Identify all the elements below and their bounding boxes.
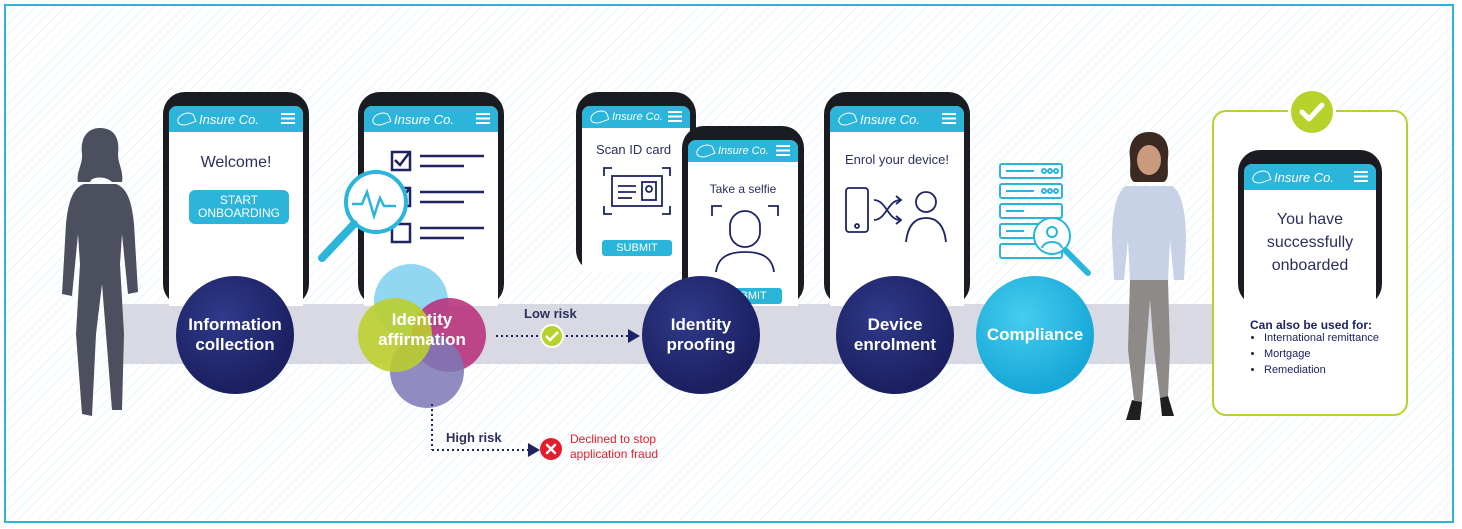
list-item: International remittance	[1264, 330, 1379, 346]
success-message: You have successfully onboarded	[1266, 211, 1354, 274]
hand-logo-icon	[588, 108, 610, 126]
phone-success: Insure Co. You have successfully onboard…	[1238, 150, 1382, 306]
scan-submit-button[interactable]: SUBMIT	[602, 240, 672, 256]
step-information-collection: Information collection	[176, 276, 294, 394]
selfie-title: Take a selfie	[709, 182, 777, 196]
diagram-frame: Insure Co. Welcome! START ONBOARDING Ins…	[4, 4, 1454, 523]
hand-logo-icon	[694, 142, 716, 160]
woman-silhouette-icon	[62, 128, 138, 416]
enrol-device-title: Enrol your device!	[844, 152, 950, 167]
menu-icon[interactable]	[776, 145, 790, 156]
also-used-list: International remittance Mortgage Remedi…	[1238, 330, 1379, 378]
hand-logo-icon	[836, 110, 858, 128]
app-brand: Insure Co.	[1274, 169, 1334, 185]
welcome-text: Welcome!	[200, 154, 272, 171]
step-device-enrolment: Device enrolment	[836, 276, 954, 394]
start-onboarding-button[interactable]: START ONBOARDING	[189, 190, 289, 224]
selfie-icon	[711, 205, 779, 273]
check-badge-icon	[1288, 88, 1336, 136]
declined-text: Declined to stop application fraud	[570, 432, 659, 461]
server-search-icon	[999, 163, 1091, 276]
menu-icon[interactable]	[281, 113, 295, 124]
device-transfer-icon	[845, 187, 947, 243]
app-brand: Insure Co.	[394, 111, 454, 127]
hand-logo-icon	[1250, 168, 1272, 186]
id-card-icon	[603, 167, 671, 215]
low-risk-label: Low risk	[524, 306, 577, 321]
magnifier-pulse-icon	[318, 170, 408, 262]
app-brand: Insure Co.	[718, 145, 769, 157]
phone-welcome: Insure Co. Welcome! START ONBOARDING	[163, 92, 309, 306]
menu-icon[interactable]	[476, 113, 490, 124]
menu-icon[interactable]	[668, 111, 682, 122]
menu-icon[interactable]	[1354, 171, 1368, 182]
high-risk-label: High risk	[446, 430, 502, 445]
hand-logo-icon	[175, 110, 197, 128]
phone-scan-id: Insure Co. Scan ID card SUBMIT	[576, 92, 696, 272]
step-compliance: Compliance	[976, 276, 1094, 394]
list-item: Remediation	[1264, 362, 1379, 378]
app-brand: Insure Co.	[199, 111, 259, 127]
app-brand: Insure Co.	[612, 111, 663, 123]
hand-logo-icon	[370, 110, 392, 128]
menu-icon[interactable]	[942, 113, 956, 124]
low-risk-arrow	[496, 324, 640, 348]
step-identity-proofing: Identity proofing	[642, 276, 760, 394]
phone-device-enrol: Insure Co. Enrol your device!	[824, 92, 970, 306]
step-identity-affirmation: Identity affirmation	[378, 310, 466, 349]
cross-icon	[540, 438, 562, 460]
app-header: Insure Co.	[169, 106, 303, 132]
businesswoman-icon	[1112, 132, 1186, 420]
scan-id-title: Scan ID card	[596, 142, 672, 157]
list-item: Mortgage	[1264, 346, 1379, 362]
app-brand: Insure Co.	[860, 111, 920, 127]
